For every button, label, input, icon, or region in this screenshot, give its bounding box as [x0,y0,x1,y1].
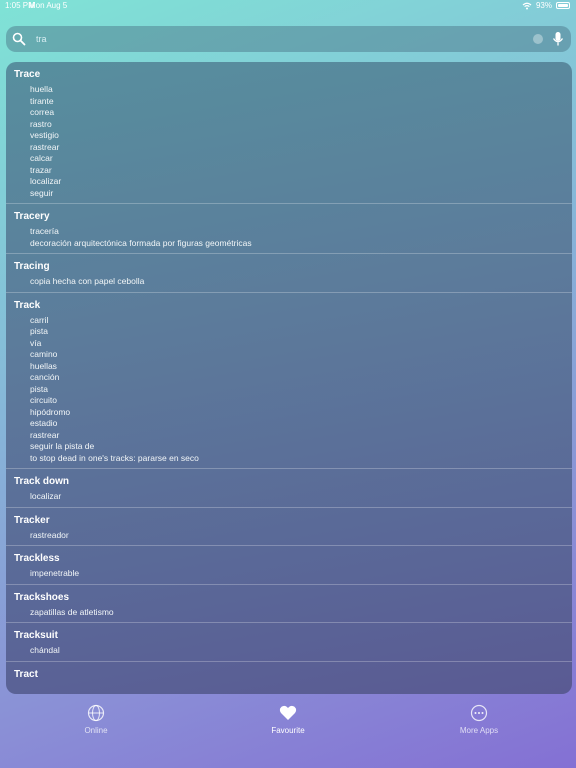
entry-word[interactable]: Track down [6,475,572,489]
translation-item: hipódromo [30,406,71,417]
translation-item: rastro [30,118,52,129]
translation-item: pista [30,326,48,336]
translation-item: seguir [30,187,54,198]
entry-word[interactable]: Tracker [6,514,572,528]
tab-favourite[interactable]: Favourite [238,704,338,735]
translation-item: impenetrable [30,568,80,578]
tab-online[interactable]: Online [46,704,146,735]
translation-list: chándal [6,643,572,661]
translation-item: to stop dead in one's tracks: pararse en… [30,452,199,463]
entry-word[interactable]: Trackless [6,552,572,566]
translation-item: tirante [30,95,54,106]
result-entry[interactable]: Trace huella tirante correa rastro vestigio ra… [6,62,572,204]
translation-list: carril pista vía camino huellas canción pista c… [6,313,572,469]
status-date: Mon Aug 5 [29,1,68,10]
translation-item: tracería [30,226,59,236]
translation-item: circuito [30,395,57,405]
tab-bar: Online Favourite More Apps [0,704,576,744]
translation-item: huellas [30,360,57,371]
translation-item: pista [30,383,48,394]
translation-item: trazar [30,164,52,175]
translation-list: copia hecha con papel cebolla [6,274,572,292]
translation-list: localizar [6,489,572,507]
result-entry[interactable]: Trackless impenetrable [6,546,572,585]
translation-list: tracería decoración arquitectónica formad… [6,224,572,253]
translation-item: rastreador [30,529,69,540]
microphone-icon[interactable] [551,31,565,47]
result-entry[interactable]: Tracing copia hecha con papel cebolla [6,254,572,293]
tab-online-label: Online [84,726,108,735]
translation-item: zapatillas de atletismo [30,606,114,617]
translation-item: correa [30,107,55,117]
tab-favourite-label: Favourite [271,726,305,735]
translation-item: vestigio [30,130,59,140]
battery-percent: 93% [535,1,552,10]
tab-more-apps-label: More Apps [459,726,499,735]
translation-list: huella tirante correa rastro vestigio rastrea… [6,82,572,203]
globe-icon [87,704,105,722]
search-bar[interactable] [6,26,571,52]
translation-list: rastreador [6,528,572,546]
result-entry[interactable]: Track down localizar [6,469,572,508]
translation-list: impenetrable [6,566,572,584]
result-entry[interactable]: Tract [6,662,572,682]
wifi-icon [522,2,532,9]
entry-word[interactable]: Tracery [6,210,572,224]
translation-item: localizar [30,491,62,501]
results-list[interactable]: Trace huella tirante correa rastro vestigio ra… [6,62,572,694]
heart-icon [279,705,297,720]
translation-item: canción [30,372,60,382]
translation-list: zapatillas de atletismo [6,605,572,623]
translation-item: localizar [30,176,62,186]
status-right: 93% [522,1,570,10]
translation-item: decoración arquitectónica formada por fi… [30,237,252,248]
entry-word[interactable]: Tracing [6,260,572,274]
status-bar: 1:05 PM Mon Aug 5 93% [0,0,576,12]
entry-word[interactable]: Trace [6,68,572,82]
more-dots-icon [470,704,488,722]
translation-item: copia hecha con papel cebolla [30,276,145,286]
result-entry[interactable]: Tracker rastreador [6,508,572,546]
tab-more-apps[interactable]: More Apps [429,704,529,735]
entry-word[interactable]: Track [6,299,572,313]
translation-item: rastrear [30,141,60,152]
battery-icon [556,2,570,9]
translation-item: carril [30,314,49,325]
translation-item: seguir la pista de [30,441,95,451]
translation-item: calcar [30,153,53,163]
result-entry[interactable]: Tracksuit chándal [6,623,572,662]
result-entry[interactable]: Tracery tracería decoración arquitectónica… [6,204,572,254]
search-icon [12,32,26,46]
translation-item: camino [30,349,58,359]
entry-word[interactable]: Trackshoes [6,591,572,605]
translation-item: chándal [30,645,60,655]
translation-item: vía [30,337,42,348]
entry-word[interactable]: Tract [6,668,572,682]
translation-item: estadio [30,418,58,428]
result-entry[interactable]: Trackshoes zapatillas de atletismo [6,585,572,623]
translation-item: huella [30,84,53,94]
clear-icon[interactable] [533,34,543,44]
entry-word[interactable]: Tracksuit [6,629,572,643]
result-entry[interactable]: Track carril pista vía camino huellas canción p… [6,293,572,469]
search-input[interactable] [36,34,506,44]
translation-item: rastrear [30,429,60,440]
